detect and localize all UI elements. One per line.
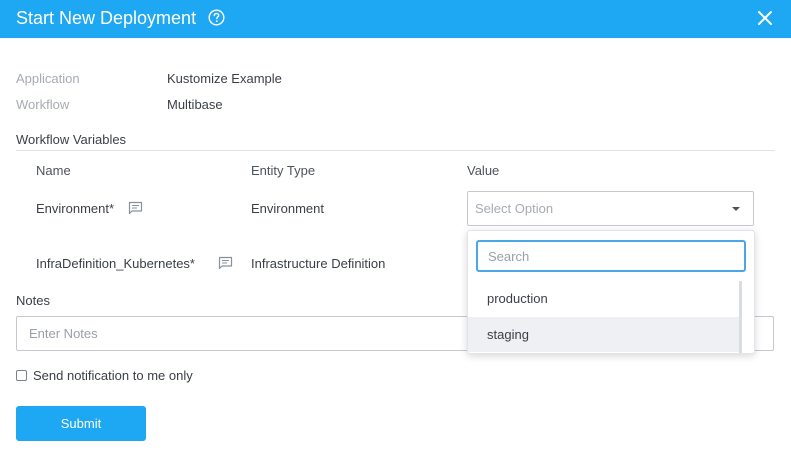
workflow-label: Workflow	[16, 97, 70, 112]
section-divider	[16, 150, 775, 151]
dialog-header: Start New Deployment	[0, 0, 791, 38]
close-icon[interactable]	[756, 9, 774, 27]
environment-select[interactable]: Select Option	[467, 191, 754, 226]
dialog-title: Start New Deployment	[16, 8, 197, 28]
column-header-value: Value	[467, 163, 500, 178]
dropdown-option-staging[interactable]: staging	[468, 317, 740, 352]
caret-down-icon	[732, 207, 740, 211]
variable-name-infradefinition: InfraDefinition_Kubernetes*	[36, 256, 195, 271]
dropdown-scrollbar[interactable]	[739, 281, 742, 353]
notes-label: Notes	[16, 293, 50, 308]
select-placeholder: Select Option	[475, 201, 554, 216]
entity-type-infrastructure-definition: Infrastructure Definition	[251, 256, 386, 271]
application-value: Kustomize Example	[167, 71, 282, 86]
comment-icon[interactable]	[128, 201, 143, 215]
notify-label: Send notification to me only	[33, 368, 193, 383]
application-label: Application	[16, 71, 80, 86]
workflow-value: Multibase	[167, 97, 223, 112]
notify-checkbox[interactable]	[16, 370, 27, 381]
submit-button[interactable]: Submit	[16, 406, 146, 441]
help-circle-icon[interactable]	[208, 9, 225, 26]
workflow-variables-title: Workflow Variables	[16, 132, 127, 147]
variable-name-environment: Environment*	[36, 201, 115, 216]
comment-icon[interactable]	[218, 256, 233, 270]
dropdown-search-input[interactable]	[476, 240, 746, 272]
column-header-name: Name	[36, 163, 71, 178]
column-header-entity-type: Entity Type	[251, 163, 316, 178]
environment-dropdown-menu: production staging	[467, 230, 755, 354]
entity-type-environment: Environment	[251, 201, 324, 216]
dropdown-option-production[interactable]: production	[468, 281, 740, 316]
